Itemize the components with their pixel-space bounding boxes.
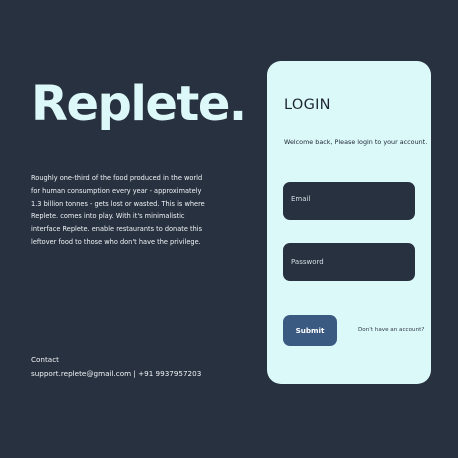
about-description: Roughly one-third of the food produced i… [31, 174, 205, 246]
signup-link[interactable]: Don't have an account? [358, 326, 424, 335]
login-card: LOGIN Welcome back, Please login to your… [267, 61, 431, 384]
welcome-message: Welcome back, Please login to your accou… [284, 138, 428, 146]
contact-section: Contact support.replete@gmail.com | +91 … [31, 353, 201, 380]
contact-details: support.replete@gmail.com | +91 99379572… [31, 368, 202, 378]
email-field[interactable] [283, 182, 415, 220]
contact-heading: Contact [31, 355, 59, 364]
login-title: LOGIN [284, 97, 331, 113]
submit-button[interactable]: Submit [283, 315, 337, 346]
brand-logo-text: Replete. [31, 76, 247, 132]
password-field[interactable] [283, 243, 415, 281]
